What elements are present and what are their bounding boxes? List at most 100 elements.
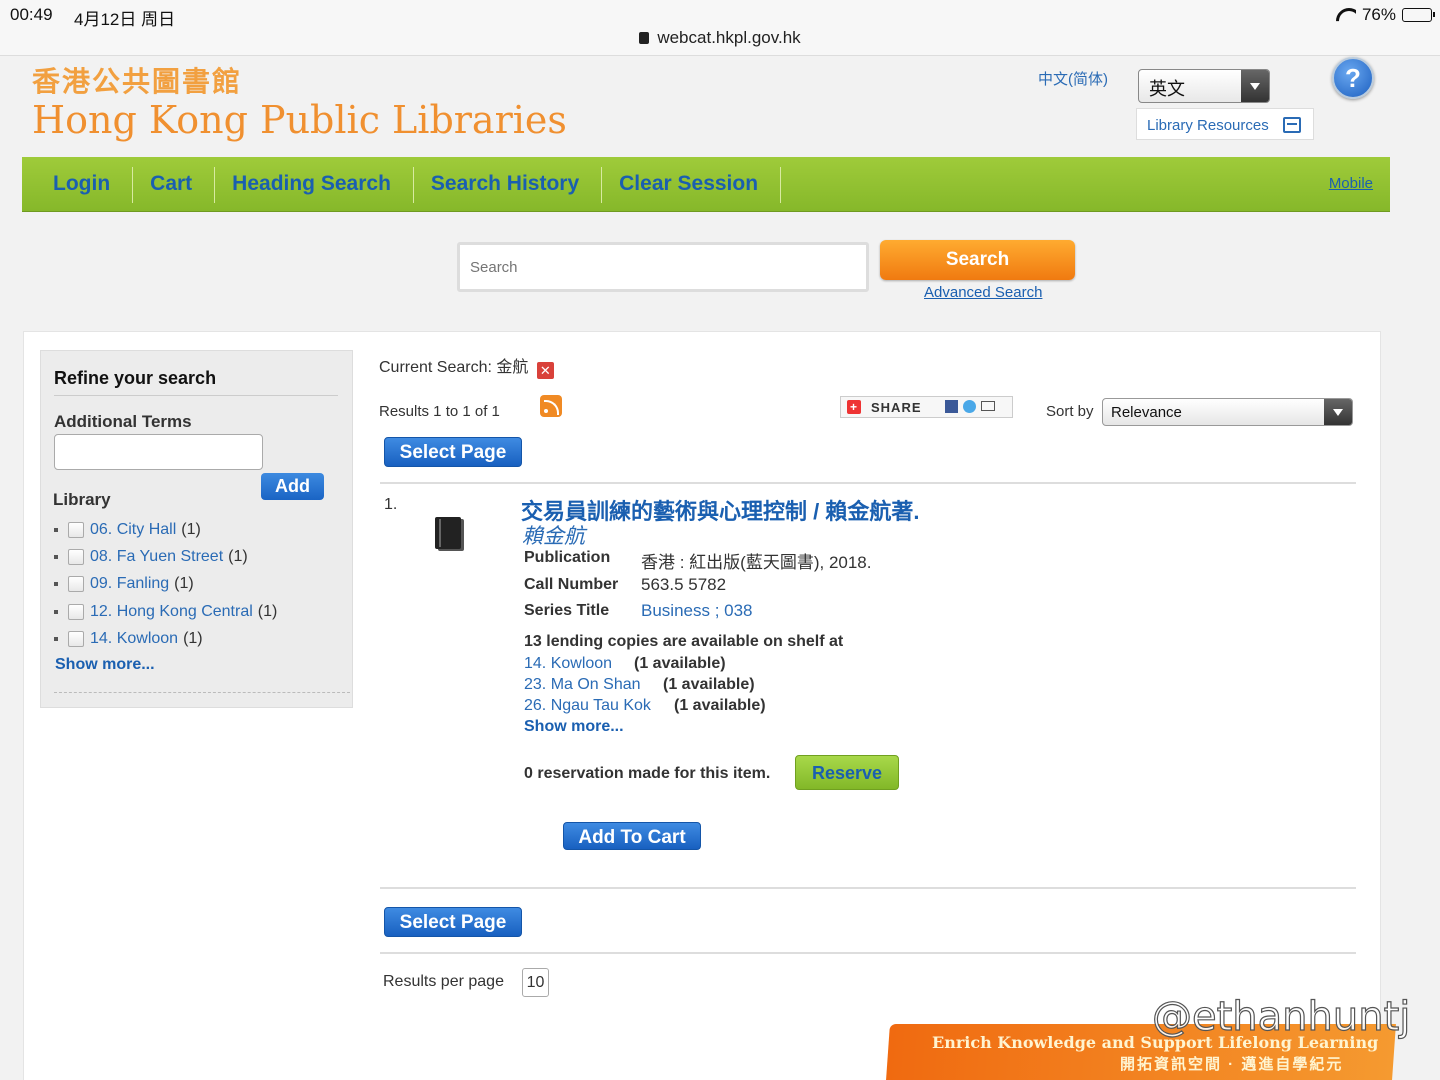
library-filter-count: (1) [174,575,194,593]
current-search-term: 金航 [496,359,529,376]
availability-library-link[interactable]: 26. Ngau Tau Kok [524,697,651,714]
add-to-cart-button[interactable]: Add To Cart [563,822,701,850]
divider [54,692,350,693]
library-filter-count: (1) [257,602,278,620]
availability-library-link[interactable]: 14. Kowloon [524,655,612,672]
bullet-icon [54,554,58,559]
call-number-value: 563.5 5782 [641,575,727,594]
availability-show-more-link[interactable]: Show more... [524,718,624,736]
result-author-link[interactable]: 賴金航 [522,520,585,550]
library-filter-item: 12. Hong Kong Central (1) [54,598,277,625]
battery-icon [1402,8,1435,22]
bullet-icon [54,636,58,641]
bullet-icon [54,527,58,532]
mobile-link[interactable]: Mobile [1329,175,1373,192]
language-select[interactable]: 英文 [1138,69,1270,103]
library-filter-count: (1) [228,547,248,565]
share-button[interactable]: + SHARE [840,396,1013,418]
library-filter-link[interactable]: 09. Fanling [90,575,169,593]
nav-items: Login Cart Heading Search Search History… [36,167,782,203]
logo-english[interactable]: Hong Kong Public Libraries [32,98,567,142]
reserve-button[interactable]: Reserve [795,755,899,790]
library-filter-link[interactable]: 12. Hong Kong Central [90,603,253,621]
divider [54,395,338,396]
nav-login[interactable]: Login [36,167,134,203]
library-filter-item: 06. City Hall (1) [54,516,277,543]
chevron-down-icon [1324,399,1352,425]
library-filter-item: 08. Fa Yuen Street (1) [54,543,277,570]
bullet-icon [54,609,58,614]
facebook-icon[interactable] [945,400,958,413]
search-input[interactable] [457,242,869,292]
advanced-search-link[interactable]: Advanced Search [924,284,1042,301]
library-filter-link[interactable]: 06. City Hall [90,521,176,539]
availability-row: 14. Kowloon (1 available) [524,655,726,673]
sort-label: Sort by [1046,403,1094,420]
library-resources-button[interactable]: Library Resources [1136,108,1314,140]
series-title-link[interactable]: Business ; 038 [641,601,753,621]
banner-chinese-text: 開拓資訊空間 · 邁進自學紀元 [1120,1056,1344,1073]
library-resources-icon [1283,117,1301,133]
sort-selected-value: Relevance [1111,404,1182,421]
availability-row: 23. Ma On Shan (1 available) [524,676,755,694]
help-button[interactable]: ? [1332,57,1374,99]
logo-chinese[interactable]: 香港公共圖書館 [32,60,242,100]
refine-title: Refine your search [54,368,217,388]
library-show-more-link[interactable]: Show more... [55,656,155,674]
availability-count: (1 available) [663,676,755,693]
rss-icon[interactable] [540,395,562,417]
sort-select[interactable]: Relevance [1102,398,1353,426]
library-checkbox[interactable] [68,603,84,620]
divider [380,482,1356,484]
library-checkbox[interactable] [68,576,84,593]
library-checkbox[interactable] [68,630,84,647]
bullet-icon [54,582,58,587]
url-text: webcat.hkpl.gov.hk [657,28,801,47]
library-resources-label: Library Resources [1147,117,1269,134]
add-terms-button[interactable]: Add [261,473,324,500]
divider [380,887,1356,889]
nav-heading-search[interactable]: Heading Search [215,167,414,203]
availability-heading: 13 lending copies are available on shelf… [524,633,844,650]
availability-row: 26. Ngau Tau Kok (1 available) [524,697,766,715]
nav-cart[interactable]: Cart [133,167,216,203]
simplified-chinese-link[interactable]: 中文(简体) [1038,68,1108,89]
library-checkbox[interactable] [68,548,84,565]
wifi-icon [1336,8,1356,22]
lock-icon [639,32,650,44]
publication-value: 香港 : 紅出版(藍天圖書), 2018. [641,553,872,572]
select-page-button[interactable]: Select Page [384,437,522,467]
library-filter-item: 14. Kowloon (1) [54,625,277,652]
twitter-icon[interactable] [963,400,976,413]
publication-label: Publication [524,549,611,566]
library-filter-link[interactable]: 08. Fa Yuen Street [90,548,223,566]
results-count: Results 1 to 1 of 1 [379,403,500,420]
library-checkbox[interactable] [68,521,84,538]
remove-search-icon[interactable]: ✕ [536,362,554,379]
additional-terms-input[interactable] [54,434,263,470]
call-number-label: Call Number [524,576,619,593]
main-nav: Login Cart Heading Search Search History… [22,157,1390,212]
chevron-down-icon [1241,70,1269,102]
battery-percent: 76% [1361,5,1396,24]
nav-clear-session[interactable]: Clear Session [602,167,782,203]
availability-library-link[interactable]: 23. Ma On Shan [524,676,641,693]
library-filter-link[interactable]: 14. Kowloon [90,630,178,648]
nav-search-history[interactable]: Search History [414,167,603,203]
select-page-button[interactable]: Select Page [384,907,522,937]
email-icon[interactable] [981,401,995,411]
library-filter-list: 06. City Hall (1) 08. Fa Yuen Street (1) 0… [54,516,277,652]
share-plus-icon: + [847,400,861,414]
library-filter-count: (1) [183,629,203,647]
library-filter-item: 09. Fanling (1) [54,571,277,598]
watermark-text: @ethanhuntj [1151,993,1411,1040]
status-date: 4月12日 周日 [74,10,176,29]
current-search-label: Current Search: [379,359,492,376]
search-button[interactable]: Search [880,240,1075,280]
address-bar[interactable]: webcat.hkpl.gov.hk [0,28,1440,48]
results-per-page-input[interactable]: 10 [522,968,549,997]
book-icon [435,517,461,549]
availability-count: (1 available) [674,697,766,714]
result-number: 1. [384,496,398,513]
status-time: 00:49 [10,5,53,24]
